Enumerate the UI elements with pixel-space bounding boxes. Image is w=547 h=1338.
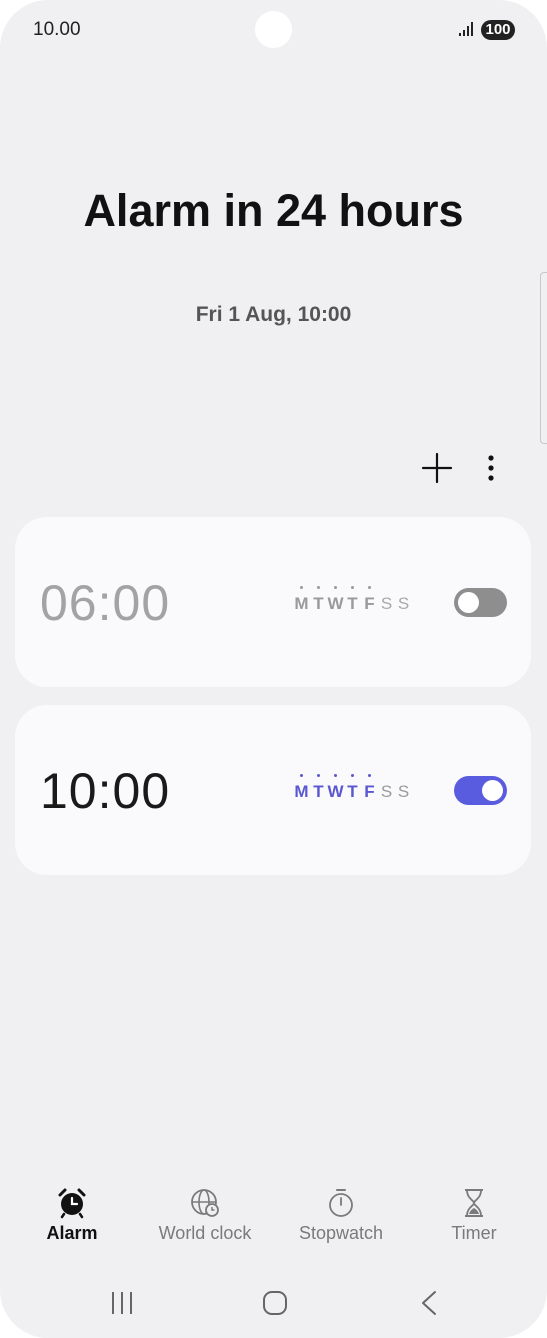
recents-icon[interactable]	[92, 1282, 152, 1326]
day-label: T	[344, 774, 361, 805]
day-label: S	[380, 782, 393, 801]
signal-icon	[459, 22, 473, 36]
status-time: 10.00	[33, 19, 81, 40]
tab-label: Alarm	[46, 1223, 98, 1243]
tab-timer[interactable]: Timer	[406, 1180, 542, 1250]
day-active-dot	[334, 586, 337, 589]
alarm-time: 10:00	[40, 763, 171, 819]
day-active-dot	[317, 774, 320, 777]
day-label: W	[327, 774, 344, 805]
day-label: S	[397, 782, 410, 801]
day-label: F	[361, 586, 378, 617]
day-label: S	[380, 594, 393, 613]
stopwatch-icon	[329, 1189, 353, 1217]
alarm-card[interactable]: 06:00 M T W T F S S	[15, 517, 531, 687]
bottom-nav: Alarm World clock Stopwatch Timer	[0, 1180, 547, 1260]
day-label: T	[344, 586, 361, 617]
day-label: M	[293, 774, 310, 805]
day-label: S	[397, 594, 410, 613]
alarm-card[interactable]: 10:00 M T W T F S S	[15, 705, 531, 875]
tab-label: Stopwatch	[298, 1223, 384, 1243]
day-label: F	[361, 774, 378, 805]
repeat-days: M T W T F S S	[293, 586, 412, 617]
day-active-dot	[317, 586, 320, 589]
plus-icon[interactable]	[420, 451, 454, 485]
alarm-toggle[interactable]	[454, 776, 507, 805]
day-active-dot	[300, 774, 303, 777]
next-alarm-date: Fri 1 Aug, 10:00	[195, 303, 352, 326]
toggle-knob	[482, 780, 503, 801]
home-icon[interactable]	[245, 1282, 305, 1326]
day-label: M	[293, 586, 310, 617]
battery-indicator: 100	[481, 20, 515, 40]
globe-clock-icon	[191, 1189, 219, 1217]
day-label: T	[310, 586, 327, 617]
hourglass-icon	[465, 1189, 483, 1217]
more-vertical-icon[interactable]	[480, 451, 502, 485]
day-active-dot	[351, 774, 354, 777]
day-label: T	[310, 774, 327, 805]
alarm-clock-icon	[58, 1188, 86, 1219]
day-active-dot	[368, 774, 371, 777]
status-bar: 10.00 100	[0, 0, 547, 60]
day-label: W	[327, 586, 344, 617]
tab-alarm[interactable]: Alarm	[4, 1180, 140, 1250]
toggle-knob	[458, 592, 479, 613]
repeat-days: M T W T F S S	[293, 774, 412, 805]
alarm-time: 06:00	[40, 575, 171, 631]
scroll-handle[interactable]	[540, 272, 547, 444]
front-camera-cutout	[255, 11, 292, 48]
system-nav-bar	[0, 1282, 547, 1326]
clock-app-screen: 10.00 100 Alarm in 24 hours Fri 1 Aug, 1…	[0, 0, 547, 1338]
day-active-dot	[368, 586, 371, 589]
day-active-dot	[351, 586, 354, 589]
day-active-dot	[334, 774, 337, 777]
tab-world-clock[interactable]: World clock	[137, 1180, 273, 1250]
tab-stopwatch[interactable]: Stopwatch	[273, 1180, 409, 1250]
alarm-toggle[interactable]	[454, 588, 507, 617]
tab-label: World clock	[158, 1223, 252, 1243]
tab-label: Timer	[451, 1223, 497, 1243]
page-title: Alarm in 24 hours	[83, 185, 464, 236]
day-active-dot	[300, 586, 303, 589]
back-icon[interactable]	[398, 1282, 458, 1326]
